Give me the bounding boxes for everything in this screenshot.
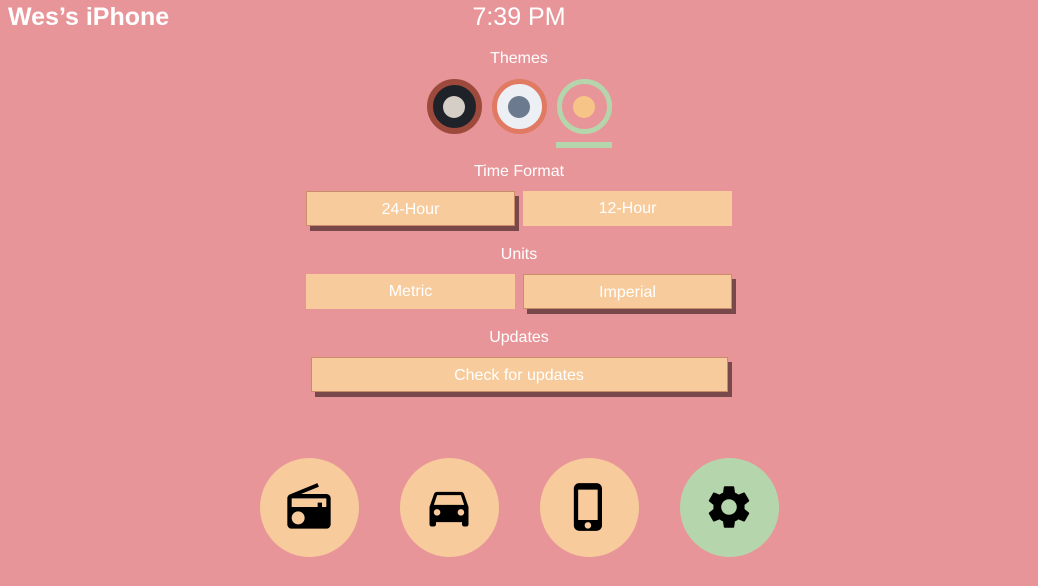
units-imperial-button[interactable]: Imperial — [523, 274, 732, 309]
phone-icon — [563, 481, 615, 533]
units-section-label: Units — [500, 246, 538, 263]
car-icon — [423, 481, 475, 533]
nav-item-settings[interactable] — [679, 457, 779, 557]
time-format-24-hour-button[interactable]: 24-Hour — [306, 191, 515, 226]
theme-selected-underline-warm — [556, 142, 612, 148]
bottom-nav-bar — [0, 450, 1038, 564]
nav-item-radio[interactable] — [259, 457, 359, 557]
units-options: Metric Imperial — [0, 274, 1038, 309]
check-for-updates-button[interactable]: Check for updates — [310, 357, 728, 392]
time-format-12-hour-button[interactable]: 12-Hour — [523, 191, 732, 226]
units-metric-button[interactable]: Metric — [306, 274, 515, 309]
theme-dot-dark — [443, 95, 465, 118]
theme-ring-light — [491, 79, 547, 134]
theme-option-dark[interactable] — [426, 79, 482, 148]
theme-option-light[interactable] — [491, 79, 547, 148]
updates-section-label: Updates — [489, 329, 549, 346]
updates-actions: Check for updates — [0, 357, 1038, 392]
themes-section-label: Themes — [490, 50, 548, 67]
settings-icon — [703, 481, 755, 533]
themes-options — [0, 79, 1038, 161]
nav-item-phone[interactable] — [539, 457, 639, 557]
time-format-options: 24-Hour 12-Hour — [0, 191, 1038, 226]
settings-panel: Themes Time Format 24-Hour 12-Hour Units — [0, 48, 1038, 392]
status-bar: Wes’s iPhone 7:39 PM — [0, 0, 1038, 34]
theme-dot-light — [508, 95, 530, 118]
clock: 7:39 PM — [472, 3, 566, 31]
nav-item-car[interactable] — [399, 457, 499, 557]
theme-ring-dark — [426, 79, 482, 134]
time-format-section-label: Time Format — [473, 163, 565, 180]
theme-dot-warm — [573, 95, 595, 118]
radio-icon — [283, 481, 335, 533]
theme-ring-warm — [556, 79, 612, 134]
theme-option-warm[interactable] — [556, 79, 612, 148]
